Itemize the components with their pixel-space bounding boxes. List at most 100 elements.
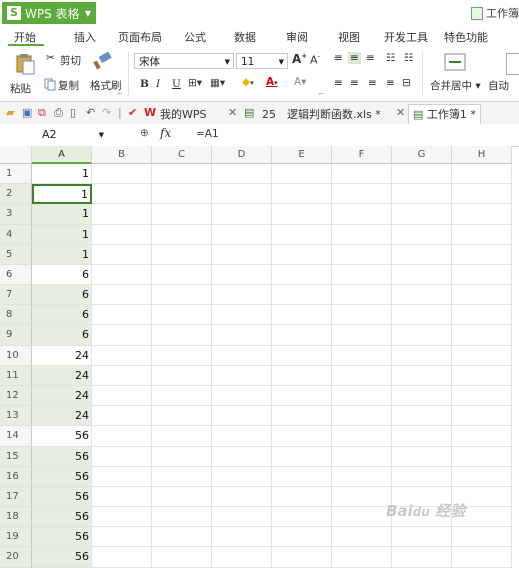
tab-home[interactable]: 开始 [14,29,36,45]
align-center-icon[interactable]: ≡ [350,77,359,89]
close-tab-icon[interactable]: ✕ [228,106,237,119]
cell[interactable] [272,305,332,326]
cell[interactable] [272,204,332,225]
cell[interactable] [212,365,272,386]
cell[interactable] [272,466,332,487]
cell[interactable] [152,446,212,467]
cell[interactable] [392,466,452,487]
row-header[interactable]: 6 [0,264,32,286]
fill-color-icon[interactable]: ◆▾ [242,76,254,88]
column-header-a[interactable]: A [32,146,92,164]
cell[interactable] [272,285,332,306]
save-icon[interactable]: ▣ [22,106,32,119]
row-header[interactable]: 15 [0,446,32,467]
cell[interactable] [152,345,212,366]
zoom-search-icon[interactable]: ⊕ [140,127,149,139]
bold-button[interactable]: B [140,78,149,90]
cell[interactable] [212,426,272,447]
cell[interactable] [212,527,272,548]
cell[interactable] [212,305,272,326]
cell[interactable] [452,244,512,265]
cell[interactable] [392,446,452,467]
row-header[interactable]: 5 [0,244,32,265]
font-group-expander[interactable]: ⌐ [318,90,324,98]
cell-a13[interactable]: 24 [32,406,92,427]
tab-data[interactable]: 数据 [234,29,256,45]
row-header[interactable]: 16 [0,466,32,487]
cell[interactable] [152,204,212,225]
cell[interactable] [212,406,272,427]
cell[interactable] [392,406,452,427]
cell[interactable] [212,164,272,185]
row-header[interactable]: 3 [0,204,32,225]
cell[interactable] [152,164,212,185]
cell[interactable] [92,285,152,306]
cell[interactable] [452,466,512,487]
cell-a14[interactable]: 56 [32,426,92,447]
cell[interactable] [152,305,212,326]
cell[interactable] [392,325,452,346]
font-size-select[interactable]: 11 ▼ [236,53,288,69]
cell[interactable] [272,264,332,286]
cell[interactable] [452,345,512,366]
cell[interactable] [152,406,212,427]
auto-wrap-button[interactable]: 自动 [488,78,509,93]
align-right-icon[interactable]: ≡ [368,77,377,89]
cell[interactable] [212,244,272,265]
cell-a17[interactable]: 56 [32,486,92,508]
cell[interactable] [212,285,272,306]
cell[interactable] [392,426,452,447]
print-icon[interactable]: ⎙ [54,106,63,120]
cell-a11[interactable]: 24 [32,365,92,386]
row-header[interactable]: 17 [0,486,32,508]
cut-button[interactable]: ✂ 剪切 [46,52,88,68]
cell[interactable] [212,204,272,225]
cell[interactable] [452,365,512,386]
tab-view[interactable]: 视图 [338,29,360,45]
cell[interactable] [392,365,452,386]
column-header-b[interactable]: B [92,146,152,164]
cell[interactable] [212,224,272,245]
copy-button[interactable]: 复制 [44,77,88,93]
underline-button[interactable]: U [172,78,181,90]
cell[interactable] [92,385,152,407]
cell[interactable] [332,244,392,265]
cell[interactable] [332,547,392,568]
cell-a16[interactable]: 56 [32,466,92,487]
cell[interactable] [452,325,512,346]
cell[interactable] [332,365,392,386]
cell[interactable] [152,527,212,548]
cell[interactable] [452,527,512,548]
cell[interactable] [332,264,392,286]
increase-font-size-icon[interactable]: A+ [292,52,307,66]
cell[interactable] [452,385,512,407]
row-header[interactable]: 13 [0,406,32,427]
cell[interactable] [272,164,332,185]
cell[interactable] [392,184,452,205]
row-header[interactable]: 1 [0,164,32,185]
cell[interactable] [152,365,212,386]
cell-a7[interactable]: 6 [32,285,92,306]
cell[interactable] [212,184,272,205]
merge-center-button[interactable]: 合并居中 ▾ [430,78,481,93]
cell[interactable] [332,325,392,346]
clear-format-icon[interactable]: A▾ [294,76,306,88]
cell[interactable] [332,204,392,225]
cell[interactable] [92,527,152,548]
cell[interactable] [212,385,272,407]
cell[interactable] [152,285,212,306]
cell[interactable] [152,385,212,407]
cell[interactable] [392,264,452,286]
cell[interactable] [92,466,152,487]
row-header[interactable]: 2 [0,184,32,205]
cell[interactable] [452,285,512,306]
row-header[interactable]: 20 [0,547,32,568]
cell[interactable] [152,466,212,487]
cell[interactable] [332,466,392,487]
tab-special-features[interactable]: 特色功能 [444,29,488,45]
export-pdf-icon[interactable]: ⧉ [38,106,46,120]
cell[interactable] [152,325,212,346]
print-preview-icon[interactable]: ▯ [70,106,76,119]
row-header[interactable]: 7 [0,285,32,306]
cell[interactable] [152,184,212,205]
